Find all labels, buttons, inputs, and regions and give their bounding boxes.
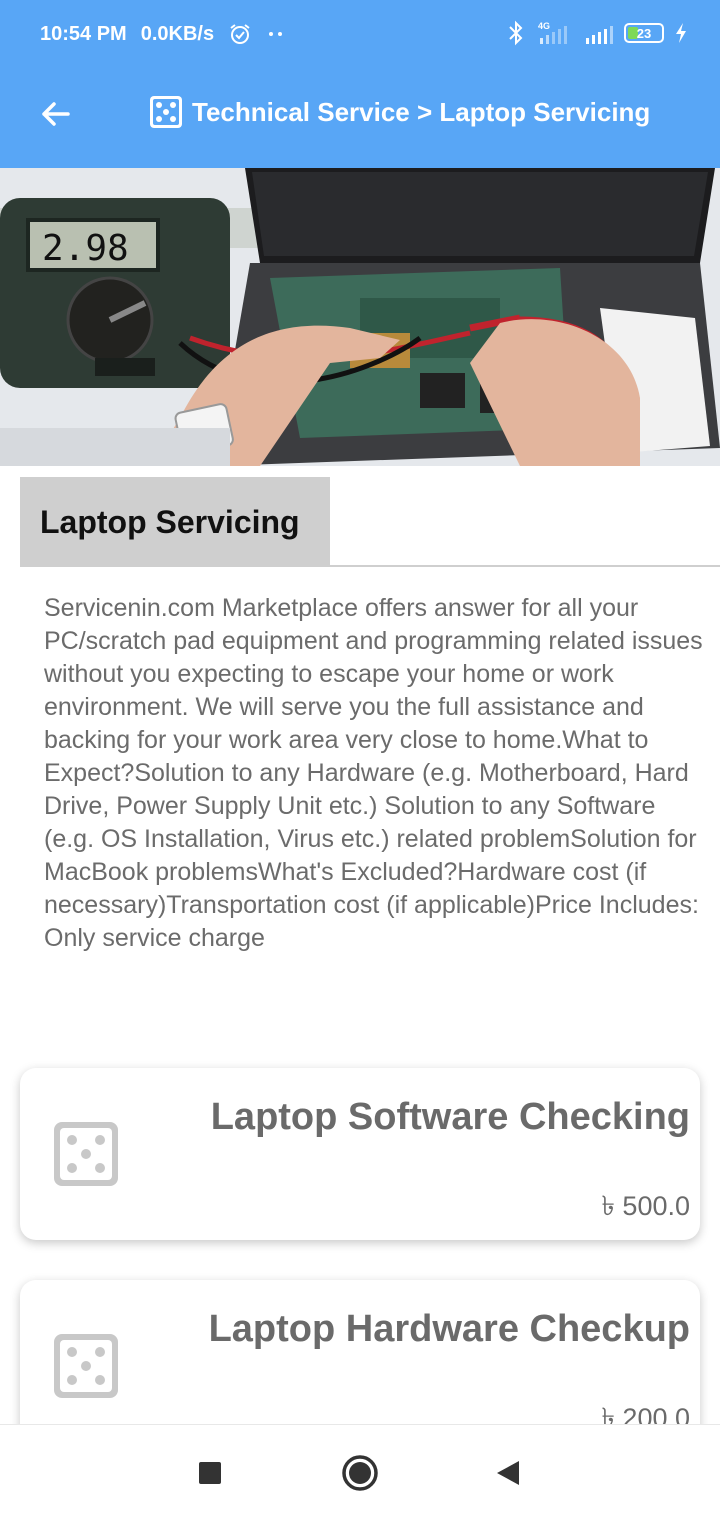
section-divider [330, 565, 720, 567]
recents-button[interactable] [188, 1451, 232, 1495]
section-title: Laptop Servicing [40, 503, 300, 540]
square-icon [199, 1462, 221, 1484]
dice-icon [54, 1122, 118, 1186]
battery-level: 23 [636, 25, 652, 41]
triangle-back-icon [497, 1461, 519, 1485]
back-button[interactable] [32, 90, 80, 138]
laptop-repair-illustration: 2.98 [0, 168, 720, 466]
app-bar-title: Technical Service > Laptop Servicing [148, 92, 650, 132]
system-nav-bar [0, 1424, 720, 1521]
bluetooth-icon [509, 20, 523, 46]
circle-icon [342, 1455, 378, 1491]
alarm-icon [230, 24, 250, 44]
status-left: 10:54 PM 0.0KB/s [40, 22, 286, 46]
status-bar: 10:54 PM 0.0KB/s 4G 23 [0, 0, 720, 68]
service-card-software[interactable]: Laptop Software Checking ৳ 500.0 [20, 1068, 700, 1240]
dice-icon [54, 1334, 118, 1398]
battery-icon: 23 [624, 23, 664, 43]
service-name: Laptop Software Checking [210, 1096, 690, 1138]
signal-icon [586, 26, 613, 44]
nav-back-button[interactable] [486, 1451, 530, 1495]
status-time: 10:54 PM [40, 22, 127, 45]
service-name: Laptop Hardware Checkup [208, 1308, 690, 1350]
section-tab: Laptop Servicing [20, 477, 330, 567]
charging-icon [676, 23, 686, 43]
dots-icon [269, 32, 283, 36]
status-speed: 0.0KB/s [140, 22, 215, 45]
signal-4g-icon: 4G [538, 21, 567, 44]
status-right: 4G 23 [506, 20, 688, 46]
arrow-left-icon [42, 102, 70, 126]
dice-icon [150, 96, 182, 128]
service-description: Servicenin.com Marketplace offers answer… [44, 594, 703, 952]
hero-image: 2.98 [0, 168, 720, 466]
page-title: Technical Service > Laptop Servicing [192, 96, 651, 127]
section-header: Laptop Servicing [20, 477, 720, 567]
svg-text:4G: 4G [538, 21, 550, 31]
multimeter-reading: 2.98 [42, 228, 129, 269]
app-bar: Technical Service > Laptop Servicing [0, 68, 720, 168]
home-button[interactable] [338, 1451, 382, 1495]
service-price: ৳ 500.0 [601, 1191, 690, 1221]
